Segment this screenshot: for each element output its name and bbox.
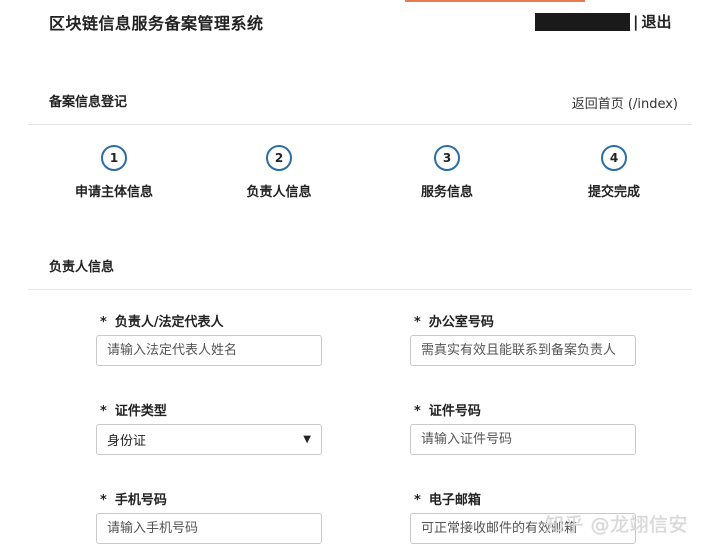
top-accent-bar [405,0,585,2]
mobile-input[interactable]: 请输入手机号码 [96,513,322,544]
app-title: 区块链信息服务备案管理系统 [49,14,264,33]
mobile-label: * 手机号码 [100,493,167,508]
divider-top [28,124,692,125]
step-number-badge: 3 [434,145,460,171]
step-label: 负责人信息 [246,185,312,200]
id-type-label: * 证件类型 [100,404,167,419]
required-marker: * [100,404,107,419]
office-phone-input[interactable]: 需真实有效且能联系到备案负责人 [410,335,636,366]
step-label: 提交完成 [587,185,640,200]
top-border [0,0,720,2]
logout-link[interactable]: 退出 [641,11,671,32]
header-separator: | [633,12,639,31]
form-section-title: 负责人信息 [49,260,115,275]
id-type-selected-value: 身份证 [107,434,147,449]
representative-input[interactable]: 请输入法定代表人姓名 [96,335,322,366]
office-phone-label: * 办公室号码 [414,315,494,330]
step-1: 1 申请主体信息 [49,145,179,200]
dropdown-caret-icon: ▼ [303,434,311,445]
email-label: * 电子邮箱 [414,493,481,508]
required-marker: * [414,315,421,330]
user-area: | 退出 [535,11,672,32]
step-3: 3 服务信息 [382,145,512,200]
step-2: 2 负责人信息 [214,145,344,200]
id-type-select[interactable]: 身份证 ▼ [96,424,322,455]
step-number-badge: 1 [101,145,127,171]
step-label: 服务信息 [420,185,473,200]
step-number-badge: 2 [266,145,292,171]
step-label: 申请主体信息 [74,185,153,200]
required-marker: * [414,404,421,419]
page-section-title: 备案信息登记 [49,95,128,110]
required-marker: * [100,315,107,330]
back-to-home-link[interactable]: 返回首页 (/index) [572,93,678,112]
representative-label: * 负责人/法定代表人 [100,315,224,330]
id-number-input[interactable]: 请输入证件号码 [410,424,636,455]
progress-steps: 1 申请主体信息 2 负责人信息 3 服务信息 4 提交完成 [0,145,720,205]
step-number-badge: 4 [601,145,627,171]
required-marker: * [414,493,421,508]
step-4: 4 提交完成 [549,145,679,200]
id-number-label: * 证件号码 [414,404,481,419]
required-marker: * [100,493,107,508]
divider-form [28,289,692,290]
redacted-username [535,12,630,31]
watermark: 知乎 @龙翊信安 [545,514,689,536]
